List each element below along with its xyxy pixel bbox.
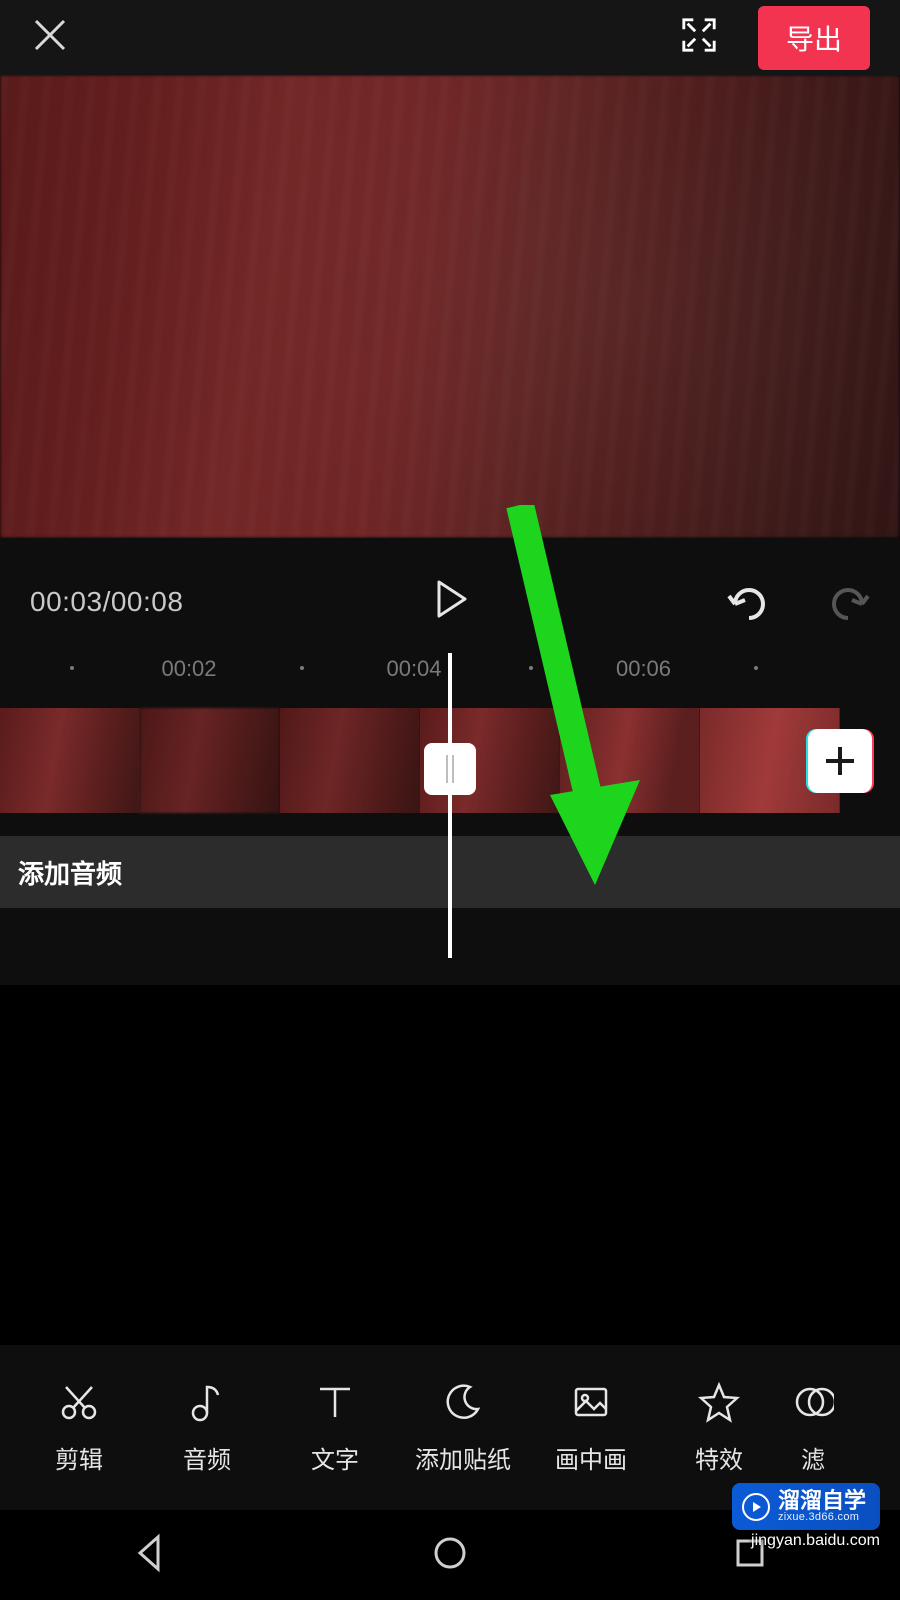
- tool-sticker[interactable]: 添加贴纸: [399, 1380, 527, 1475]
- play-button[interactable]: [429, 578, 471, 625]
- tool-label: 文字: [311, 1440, 359, 1475]
- tool-text[interactable]: 文字: [271, 1380, 399, 1475]
- add-clip-button[interactable]: [808, 729, 872, 793]
- ruler-tick: 00:02: [161, 656, 216, 682]
- image-icon: [569, 1380, 613, 1424]
- star-icon: [697, 1380, 741, 1424]
- fullscreen-button[interactable]: [680, 16, 718, 59]
- tool-effects[interactable]: 特效: [655, 1380, 783, 1475]
- tool-label: 音频: [183, 1440, 231, 1475]
- nav-back[interactable]: [130, 1533, 170, 1578]
- tool-filter-partial[interactable]: 滤: [783, 1380, 843, 1475]
- export-button[interactable]: 导出: [758, 6, 870, 70]
- total-time: 00:08: [111, 586, 184, 617]
- redo-button[interactable]: [826, 578, 872, 629]
- ruler-tick: 00:06: [616, 656, 671, 682]
- watermark-domain: zixue.3d66.com: [778, 1512, 866, 1523]
- playhead[interactable]: [448, 653, 452, 958]
- scissors-icon: [57, 1380, 101, 1424]
- tool-label: 剪辑: [55, 1440, 103, 1475]
- filter-partial-icon: [791, 1380, 835, 1424]
- watermark-subtext: jingyan.baidu.com: [751, 1532, 880, 1550]
- clip-thumb[interactable]: [140, 708, 280, 813]
- timeline[interactable]: 添加音频: [0, 708, 900, 985]
- current-time: 00:03: [30, 586, 103, 617]
- clip-thumb[interactable]: [560, 708, 700, 813]
- video-preview[interactable]: [0, 75, 900, 538]
- tool-label: 滤: [801, 1440, 825, 1475]
- tool-audio[interactable]: 音频: [143, 1380, 271, 1475]
- text-icon: [313, 1380, 357, 1424]
- tool-label: 画中画: [555, 1440, 627, 1475]
- music-note-icon: [185, 1380, 229, 1424]
- tool-pip[interactable]: 画中画: [527, 1380, 655, 1475]
- time-display: 00:03/00:08: [30, 586, 183, 618]
- nav-home[interactable]: [430, 1533, 470, 1578]
- tool-label: 添加贴纸: [415, 1440, 511, 1475]
- moon-icon: [441, 1380, 485, 1424]
- watermark-play-icon: [742, 1493, 770, 1521]
- tool-label: 特效: [695, 1440, 743, 1475]
- undo-button[interactable]: [725, 578, 771, 629]
- clip-thumb[interactable]: [0, 708, 140, 813]
- preview-frame: [0, 75, 900, 538]
- add-audio-label: 添加音频: [18, 854, 122, 891]
- top-bar: 导出: [0, 0, 900, 75]
- clip-thumb[interactable]: [280, 708, 420, 813]
- watermark: 溜溜自学 zixue.3d66.com jingyan.baidu.com: [732, 1483, 880, 1550]
- close-button[interactable]: [30, 15, 70, 60]
- watermark-brand: 溜溜自学: [778, 1490, 866, 1512]
- ruler-tick: 00:04: [386, 656, 441, 682]
- video-track[interactable]: [0, 708, 840, 813]
- tool-edit[interactable]: 剪辑: [15, 1380, 143, 1475]
